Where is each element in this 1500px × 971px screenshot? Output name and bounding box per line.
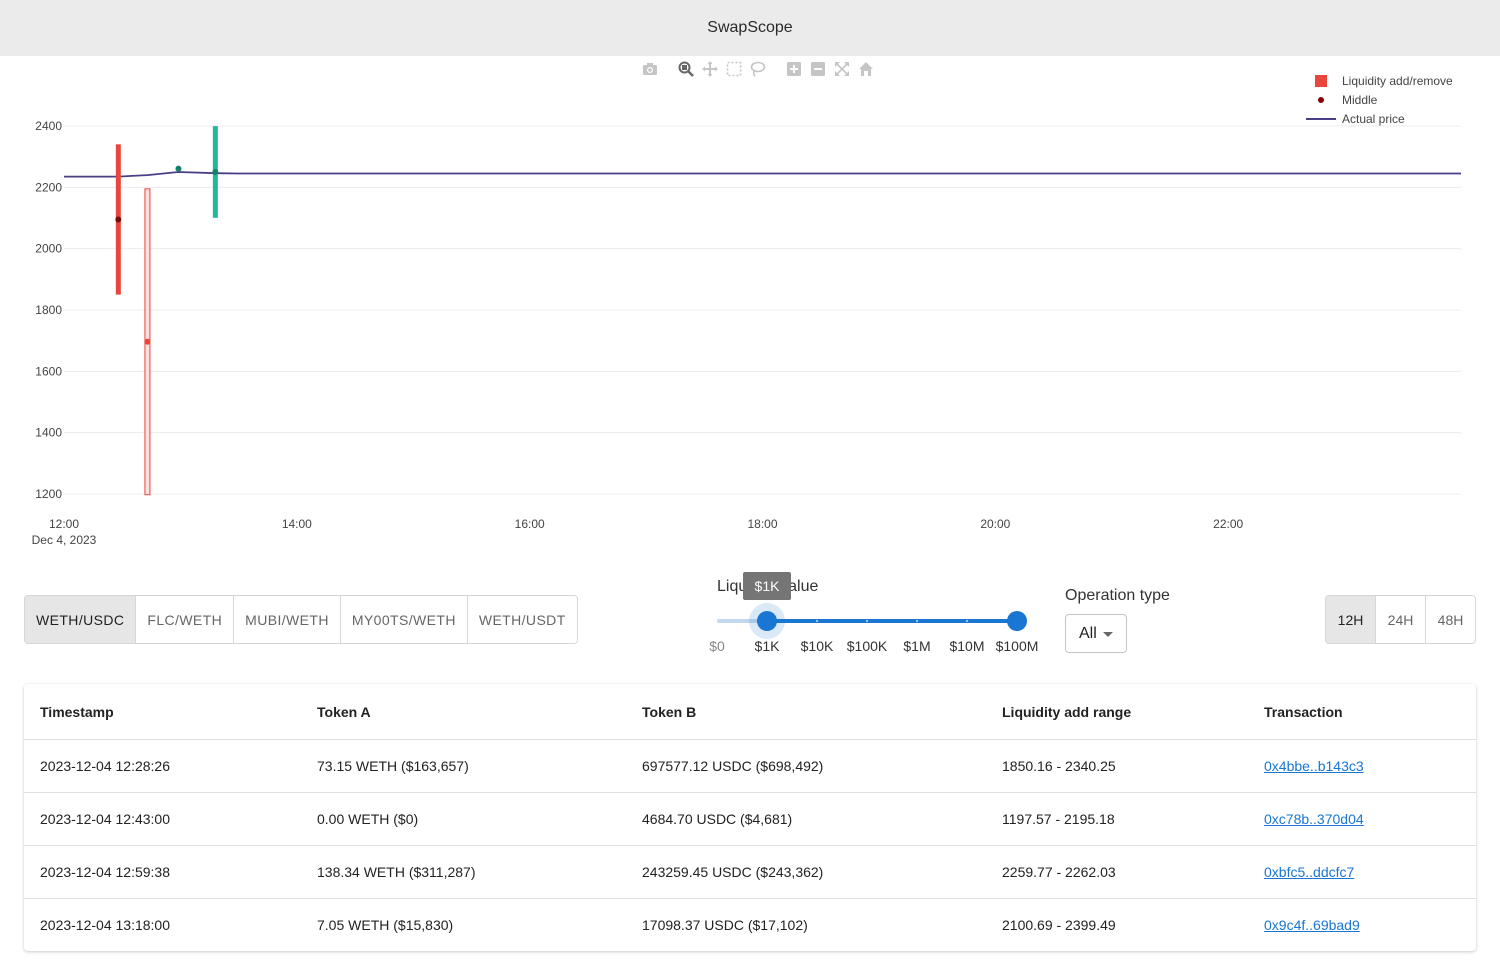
column-header-token-a[interactable]: Token A <box>301 684 626 740</box>
cell-token-a: 0.00 WETH ($0) <box>301 792 626 846</box>
legend-item-middle[interactable]: Middle <box>1306 90 1453 109</box>
pair-selector: WETH/USDC FLC/WETH MUBI/WETH MY00TS/WETH… <box>24 595 578 644</box>
actual-price-series <box>64 171 1461 178</box>
pair-button-flc-weth[interactable]: FLC/WETH <box>136 596 235 643</box>
cell-token-b: 4684.70 USDC ($4,681) <box>626 792 986 846</box>
pair-button-my00ts-weth[interactable]: MY00TS/WETH <box>340 596 468 643</box>
x-tick-label: 22:00 <box>1213 517 1243 531</box>
cell-timestamp: 2023-12-04 12:59:38 <box>24 845 301 899</box>
y-tick-label: 1600 <box>35 364 62 378</box>
liquidity-events-table: Timestamp Token A Token B Liquidity add … <box>24 684 1476 951</box>
cell-token-a: 7.05 WETH ($15,830) <box>317 917 454 933</box>
legend-item-actual-price[interactable]: Actual price <box>1306 109 1453 128</box>
app-title: SwapScope <box>707 19 793 36</box>
liquidity-value-slider[interactable]: $1K $0 $1K $10K $100K $1M $10M $100M <box>705 572 1045 660</box>
transaction-link[interactable]: 0x4bbe..b143c3 <box>1264 758 1364 774</box>
table-row: 2023-12-04 13:18:00 7.05 WETH ($15,830) … <box>24 899 1476 952</box>
cell-token-b: 17098.37 USDC ($17,102) <box>642 917 808 933</box>
column-header-transaction[interactable]: Transaction <box>1248 684 1476 740</box>
cell-liquidity-range: 1850.16 - 2340.25 <box>986 739 1248 793</box>
range-button-24h[interactable]: 24H <box>1376 596 1426 643</box>
transaction-link[interactable]: 0xc78b..370d04 <box>1264 811 1364 827</box>
cell-liquidity-range: 2259.77 - 2262.03 <box>986 845 1248 899</box>
time-range-selector: 12H 24H 48H <box>1325 595 1476 644</box>
y-tick-label: 2200 <box>35 180 62 194</box>
middle-point <box>175 165 182 172</box>
x-tick-label: 14:00 <box>282 517 312 531</box>
cell-token-a: 138.34 WETH ($311,287) <box>301 845 626 899</box>
legend-square-icon <box>1315 74 1327 87</box>
y-axis: 1200 1400 1600 1800 2000 2200 2400 <box>35 119 62 501</box>
operation-type-value: All <box>1079 624 1097 642</box>
slider-thumb-max[interactable] <box>1007 611 1027 631</box>
slider-tick <box>916 620 918 622</box>
price-chart[interactable]: 1200 1400 1600 1800 2000 2200 2400 12:00 Dec 4,… <box>0 56 1500 556</box>
slider-track <box>767 619 1017 623</box>
cell-token-a: 73.15 WETH ($163,657) <box>301 739 626 793</box>
cell-token-b: 243259.45 USDC ($243,362) <box>626 845 986 899</box>
slider-mark: $100M <box>995 638 1039 654</box>
operation-type-select[interactable]: All <box>1065 614 1127 653</box>
range-button-12h[interactable]: 12H <box>1326 596 1376 643</box>
x-tick-sublabel: Dec 4, 2023 <box>32 533 97 547</box>
slider-thumb-min[interactable] <box>757 611 777 631</box>
slider-mark: $100K <box>846 638 888 654</box>
y-tick-label: 2400 <box>35 119 62 133</box>
legend-dot-icon <box>1318 96 1324 103</box>
caret-down-icon <box>1103 632 1113 637</box>
pair-button-weth-usdt[interactable]: WETH/USDT <box>467 596 577 643</box>
x-tick-label: 18:00 <box>747 517 777 531</box>
transaction-link[interactable]: 0x9c4f..69bad9 <box>1264 917 1360 933</box>
cell-token-b: 697577.12 USDC ($698,492) <box>626 739 986 793</box>
y-tick-label: 1400 <box>35 426 62 440</box>
x-axis: 12:00 Dec 4, 2023 14:00 16:00 18:00 20:00 22:0… <box>32 517 1244 547</box>
slider-mark: $10M <box>949 638 985 654</box>
column-header-timestamp[interactable]: Timestamp <box>24 684 301 740</box>
legend-line-icon <box>1306 117 1336 120</box>
cell-timestamp: 2023-12-04 12:28:26 <box>24 739 301 793</box>
cell-liquidity-range: 2100.69 - 2399.49 <box>1002 917 1116 933</box>
slider-tick <box>816 620 818 622</box>
table-row: 2023-12-04 12:43:00 0.00 WETH ($0) 4684.… <box>24 792 1476 846</box>
chart-grid <box>64 125 1461 495</box>
table-row: 2023-12-04 12:59:38 138.34 WETH ($311,28… <box>24 845 1476 899</box>
range-button-48h[interactable]: 48H <box>1426 596 1475 643</box>
x-tick-label: 16:00 <box>515 517 545 531</box>
slider-tick <box>866 620 868 622</box>
slider-mark: $1M <box>903 638 931 654</box>
pair-button-mubi-weth[interactable]: MUBI/WETH <box>234 596 341 643</box>
app-bar: SwapScope <box>0 0 1500 56</box>
slider-value-tooltip: $1K <box>743 572 791 600</box>
cell-timestamp: 2023-12-04 13:18:00 <box>40 917 170 933</box>
operation-type-label: Operation type <box>1065 587 1170 604</box>
x-tick-label: 12:00 <box>49 517 79 531</box>
legend-item-liquidity[interactable]: Liquidity add/remove <box>1306 71 1453 90</box>
x-tick-label: 20:00 <box>980 517 1010 531</box>
y-tick-label: 1800 <box>35 303 62 317</box>
y-tick-label: 2000 <box>35 242 62 256</box>
slider-mark: $10K <box>800 638 834 654</box>
cell-timestamp: 2023-12-04 12:43:00 <box>24 792 301 846</box>
table-row: 2023-12-04 12:28:26 73.15 WETH ($163,657… <box>24 739 1476 793</box>
table-header-row: Timestamp Token A Token B Liquidity add … <box>24 684 1476 740</box>
slider-mark: $1K <box>754 638 780 654</box>
y-tick-label: 1200 <box>35 487 62 501</box>
slider-mark: $0 <box>709 638 725 654</box>
actual-price-line <box>64 171 1461 178</box>
middle-point <box>144 338 151 345</box>
column-header-token-b[interactable]: Token B <box>626 684 986 740</box>
middle-point <box>115 216 122 223</box>
transaction-link[interactable]: 0xbfc5..ddcfc7 <box>1264 864 1354 880</box>
cell-liquidity-range: 1197.57 - 2195.18 <box>986 792 1248 846</box>
slider-tick <box>966 620 968 622</box>
chart-legend: Liquidity add/remove Middle Actual price <box>1306 71 1453 128</box>
middle-point <box>212 168 219 175</box>
pair-button-weth-usdc[interactable]: WETH/USDC <box>25 596 137 643</box>
column-header-liquidity-range[interactable]: Liquidity add range <box>986 684 1248 740</box>
